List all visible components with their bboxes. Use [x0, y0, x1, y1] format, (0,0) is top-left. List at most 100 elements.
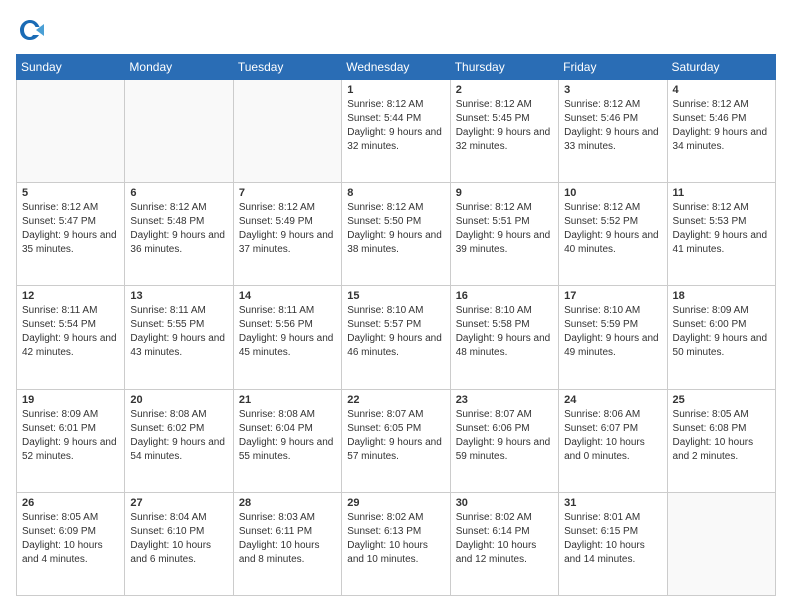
- calendar-cell: 28 Sunrise: 8:03 AMSunset: 6:11 PMDaylig…: [233, 492, 341, 595]
- day-number: 23: [456, 394, 553, 406]
- calendar-cell: 3 Sunrise: 8:12 AMSunset: 5:46 PMDayligh…: [559, 80, 667, 183]
- day-info: Sunrise: 8:10 AMSunset: 5:59 PMDaylight:…: [564, 305, 659, 358]
- day-number: 4: [673, 84, 770, 96]
- calendar-cell: 7 Sunrise: 8:12 AMSunset: 5:49 PMDayligh…: [233, 183, 341, 286]
- weekday-header: Monday: [125, 55, 233, 80]
- day-number: 18: [673, 290, 770, 302]
- calendar-cell: 4 Sunrise: 8:12 AMSunset: 5:46 PMDayligh…: [667, 80, 775, 183]
- day-info: Sunrise: 8:12 AMSunset: 5:47 PMDaylight:…: [22, 202, 117, 255]
- calendar-cell: 20 Sunrise: 8:08 AMSunset: 6:02 PMDaylig…: [125, 389, 233, 492]
- day-number: 12: [22, 290, 119, 302]
- logo-icon: [16, 16, 44, 44]
- calendar-cell: 16 Sunrise: 8:10 AMSunset: 5:58 PMDaylig…: [450, 286, 558, 389]
- page: SundayMondayTuesdayWednesdayThursdayFrid…: [0, 0, 792, 612]
- calendar-cell: 18 Sunrise: 8:09 AMSunset: 6:00 PMDaylig…: [667, 286, 775, 389]
- day-number: 7: [239, 187, 336, 199]
- day-number: 25: [673, 394, 770, 406]
- day-info: Sunrise: 8:12 AMSunset: 5:50 PMDaylight:…: [347, 202, 442, 255]
- day-info: Sunrise: 8:10 AMSunset: 5:57 PMDaylight:…: [347, 305, 442, 358]
- calendar-week-row: 12 Sunrise: 8:11 AMSunset: 5:54 PMDaylig…: [17, 286, 776, 389]
- day-number: 2: [456, 84, 553, 96]
- day-number: 1: [347, 84, 444, 96]
- day-info: Sunrise: 8:12 AMSunset: 5:46 PMDaylight:…: [564, 99, 659, 152]
- calendar-cell: 30 Sunrise: 8:02 AMSunset: 6:14 PMDaylig…: [450, 492, 558, 595]
- day-number: 22: [347, 394, 444, 406]
- weekday-header: Saturday: [667, 55, 775, 80]
- day-number: 10: [564, 187, 661, 199]
- calendar-cell: 31 Sunrise: 8:01 AMSunset: 6:15 PMDaylig…: [559, 492, 667, 595]
- day-number: 21: [239, 394, 336, 406]
- day-number: 13: [130, 290, 227, 302]
- calendar-cell: 11 Sunrise: 8:12 AMSunset: 5:53 PMDaylig…: [667, 183, 775, 286]
- weekday-header: Wednesday: [342, 55, 450, 80]
- calendar-cell: 6 Sunrise: 8:12 AMSunset: 5:48 PMDayligh…: [125, 183, 233, 286]
- calendar-cell: 24 Sunrise: 8:06 AMSunset: 6:07 PMDaylig…: [559, 389, 667, 492]
- weekday-header: Tuesday: [233, 55, 341, 80]
- calendar-cell: 17 Sunrise: 8:10 AMSunset: 5:59 PMDaylig…: [559, 286, 667, 389]
- day-info: Sunrise: 8:12 AMSunset: 5:48 PMDaylight:…: [130, 202, 225, 255]
- calendar-cell: 12 Sunrise: 8:11 AMSunset: 5:54 PMDaylig…: [17, 286, 125, 389]
- weekday-header: Thursday: [450, 55, 558, 80]
- calendar-cell: 8 Sunrise: 8:12 AMSunset: 5:50 PMDayligh…: [342, 183, 450, 286]
- day-info: Sunrise: 8:05 AMSunset: 6:09 PMDaylight:…: [22, 512, 103, 565]
- calendar-cell: [667, 492, 775, 595]
- calendar-cell: 9 Sunrise: 8:12 AMSunset: 5:51 PMDayligh…: [450, 183, 558, 286]
- day-info: Sunrise: 8:11 AMSunset: 5:54 PMDaylight:…: [22, 305, 117, 358]
- calendar-week-row: 19 Sunrise: 8:09 AMSunset: 6:01 PMDaylig…: [17, 389, 776, 492]
- day-number: 30: [456, 497, 553, 509]
- calendar-week-row: 26 Sunrise: 8:05 AMSunset: 6:09 PMDaylig…: [17, 492, 776, 595]
- calendar-table: SundayMondayTuesdayWednesdayThursdayFrid…: [16, 54, 776, 596]
- day-info: Sunrise: 8:03 AMSunset: 6:11 PMDaylight:…: [239, 512, 320, 565]
- weekday-header: Sunday: [17, 55, 125, 80]
- day-number: 8: [347, 187, 444, 199]
- day-info: Sunrise: 8:05 AMSunset: 6:08 PMDaylight:…: [673, 409, 754, 462]
- day-info: Sunrise: 8:12 AMSunset: 5:46 PMDaylight:…: [673, 99, 768, 152]
- day-number: 31: [564, 497, 661, 509]
- day-info: Sunrise: 8:12 AMSunset: 5:49 PMDaylight:…: [239, 202, 334, 255]
- day-number: 17: [564, 290, 661, 302]
- day-info: Sunrise: 8:09 AMSunset: 6:00 PMDaylight:…: [673, 305, 768, 358]
- calendar-week-row: 1 Sunrise: 8:12 AMSunset: 5:44 PMDayligh…: [17, 80, 776, 183]
- day-number: 19: [22, 394, 119, 406]
- day-info: Sunrise: 8:02 AMSunset: 6:13 PMDaylight:…: [347, 512, 428, 565]
- day-info: Sunrise: 8:12 AMSunset: 5:44 PMDaylight:…: [347, 99, 442, 152]
- calendar-cell: [233, 80, 341, 183]
- day-info: Sunrise: 8:12 AMSunset: 5:51 PMDaylight:…: [456, 202, 551, 255]
- day-info: Sunrise: 8:12 AMSunset: 5:53 PMDaylight:…: [673, 202, 768, 255]
- header: [16, 16, 776, 44]
- calendar-cell: 25 Sunrise: 8:05 AMSunset: 6:08 PMDaylig…: [667, 389, 775, 492]
- logo: [16, 16, 48, 44]
- calendar-cell: [17, 80, 125, 183]
- day-info: Sunrise: 8:06 AMSunset: 6:07 PMDaylight:…: [564, 409, 645, 462]
- day-info: Sunrise: 8:11 AMSunset: 5:55 PMDaylight:…: [130, 305, 225, 358]
- day-info: Sunrise: 8:12 AMSunset: 5:45 PMDaylight:…: [456, 99, 551, 152]
- calendar-cell: 19 Sunrise: 8:09 AMSunset: 6:01 PMDaylig…: [17, 389, 125, 492]
- calendar-cell: 27 Sunrise: 8:04 AMSunset: 6:10 PMDaylig…: [125, 492, 233, 595]
- calendar-week-row: 5 Sunrise: 8:12 AMSunset: 5:47 PMDayligh…: [17, 183, 776, 286]
- day-number: 27: [130, 497, 227, 509]
- day-info: Sunrise: 8:04 AMSunset: 6:10 PMDaylight:…: [130, 512, 211, 565]
- weekday-header-row: SundayMondayTuesdayWednesdayThursdayFrid…: [17, 55, 776, 80]
- calendar-cell: 2 Sunrise: 8:12 AMSunset: 5:45 PMDayligh…: [450, 80, 558, 183]
- day-number: 5: [22, 187, 119, 199]
- day-number: 15: [347, 290, 444, 302]
- day-info: Sunrise: 8:02 AMSunset: 6:14 PMDaylight:…: [456, 512, 537, 565]
- calendar-cell: 10 Sunrise: 8:12 AMSunset: 5:52 PMDaylig…: [559, 183, 667, 286]
- day-number: 11: [673, 187, 770, 199]
- day-number: 26: [22, 497, 119, 509]
- day-number: 24: [564, 394, 661, 406]
- day-number: 28: [239, 497, 336, 509]
- calendar-cell: 14 Sunrise: 8:11 AMSunset: 5:56 PMDaylig…: [233, 286, 341, 389]
- day-info: Sunrise: 8:12 AMSunset: 5:52 PMDaylight:…: [564, 202, 659, 255]
- day-number: 29: [347, 497, 444, 509]
- calendar-cell: 5 Sunrise: 8:12 AMSunset: 5:47 PMDayligh…: [17, 183, 125, 286]
- day-info: Sunrise: 8:10 AMSunset: 5:58 PMDaylight:…: [456, 305, 551, 358]
- day-number: 16: [456, 290, 553, 302]
- day-info: Sunrise: 8:11 AMSunset: 5:56 PMDaylight:…: [239, 305, 334, 358]
- day-info: Sunrise: 8:09 AMSunset: 6:01 PMDaylight:…: [22, 409, 117, 462]
- calendar-cell: 21 Sunrise: 8:08 AMSunset: 6:04 PMDaylig…: [233, 389, 341, 492]
- day-number: 6: [130, 187, 227, 199]
- weekday-header: Friday: [559, 55, 667, 80]
- day-info: Sunrise: 8:07 AMSunset: 6:05 PMDaylight:…: [347, 409, 442, 462]
- calendar-cell: 22 Sunrise: 8:07 AMSunset: 6:05 PMDaylig…: [342, 389, 450, 492]
